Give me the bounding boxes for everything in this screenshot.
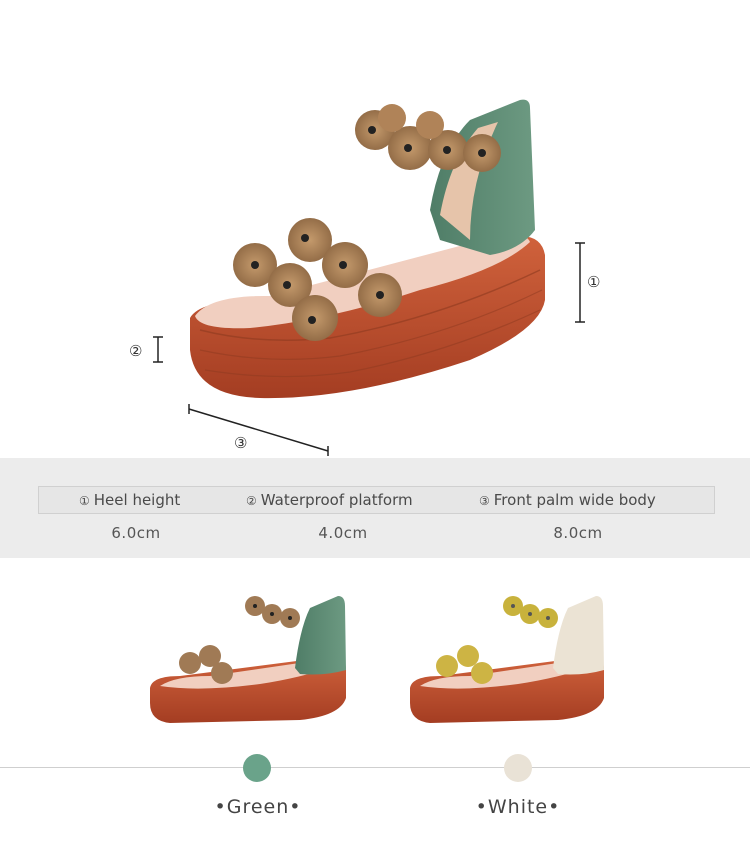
variant-divider [0,767,750,768]
front-width-value: 8.0cm [553,524,603,542]
sandal-white-photo [410,596,604,723]
ankle-strap-flowers [355,104,501,172]
platform-marker: ② [129,342,143,360]
platform-value: 4.0cm [318,524,368,542]
product-hero: ① ② ③ [0,0,750,458]
variant-photos [150,596,604,723]
spec-heel-height: ① Heel height [79,491,181,509]
color-label-white: •White• [475,796,561,818]
spec-front-palm-width: ③ Front palm wide body [479,491,656,509]
spec-waterproof-platform: ② Waterproof platform [246,491,413,509]
color-swatch-green[interactable] [243,754,271,782]
sandal-hero-illustration [153,99,585,456]
color-swatch-white[interactable] [504,754,532,782]
sandal-green-photo [150,596,346,723]
heel-height-value: 6.0cm [111,524,161,542]
width-marker: ③ [234,434,248,452]
spec-header-row: ① Heel height ② Waterproof platform ③ Front… [38,486,715,514]
heel-height-marker: ① [587,273,601,291]
color-label-green: •Green• [214,796,302,818]
spec-table: ① Heel height ② Waterproof platform ③ Front… [0,458,750,558]
color-variants: •Green• •White• [0,558,750,846]
